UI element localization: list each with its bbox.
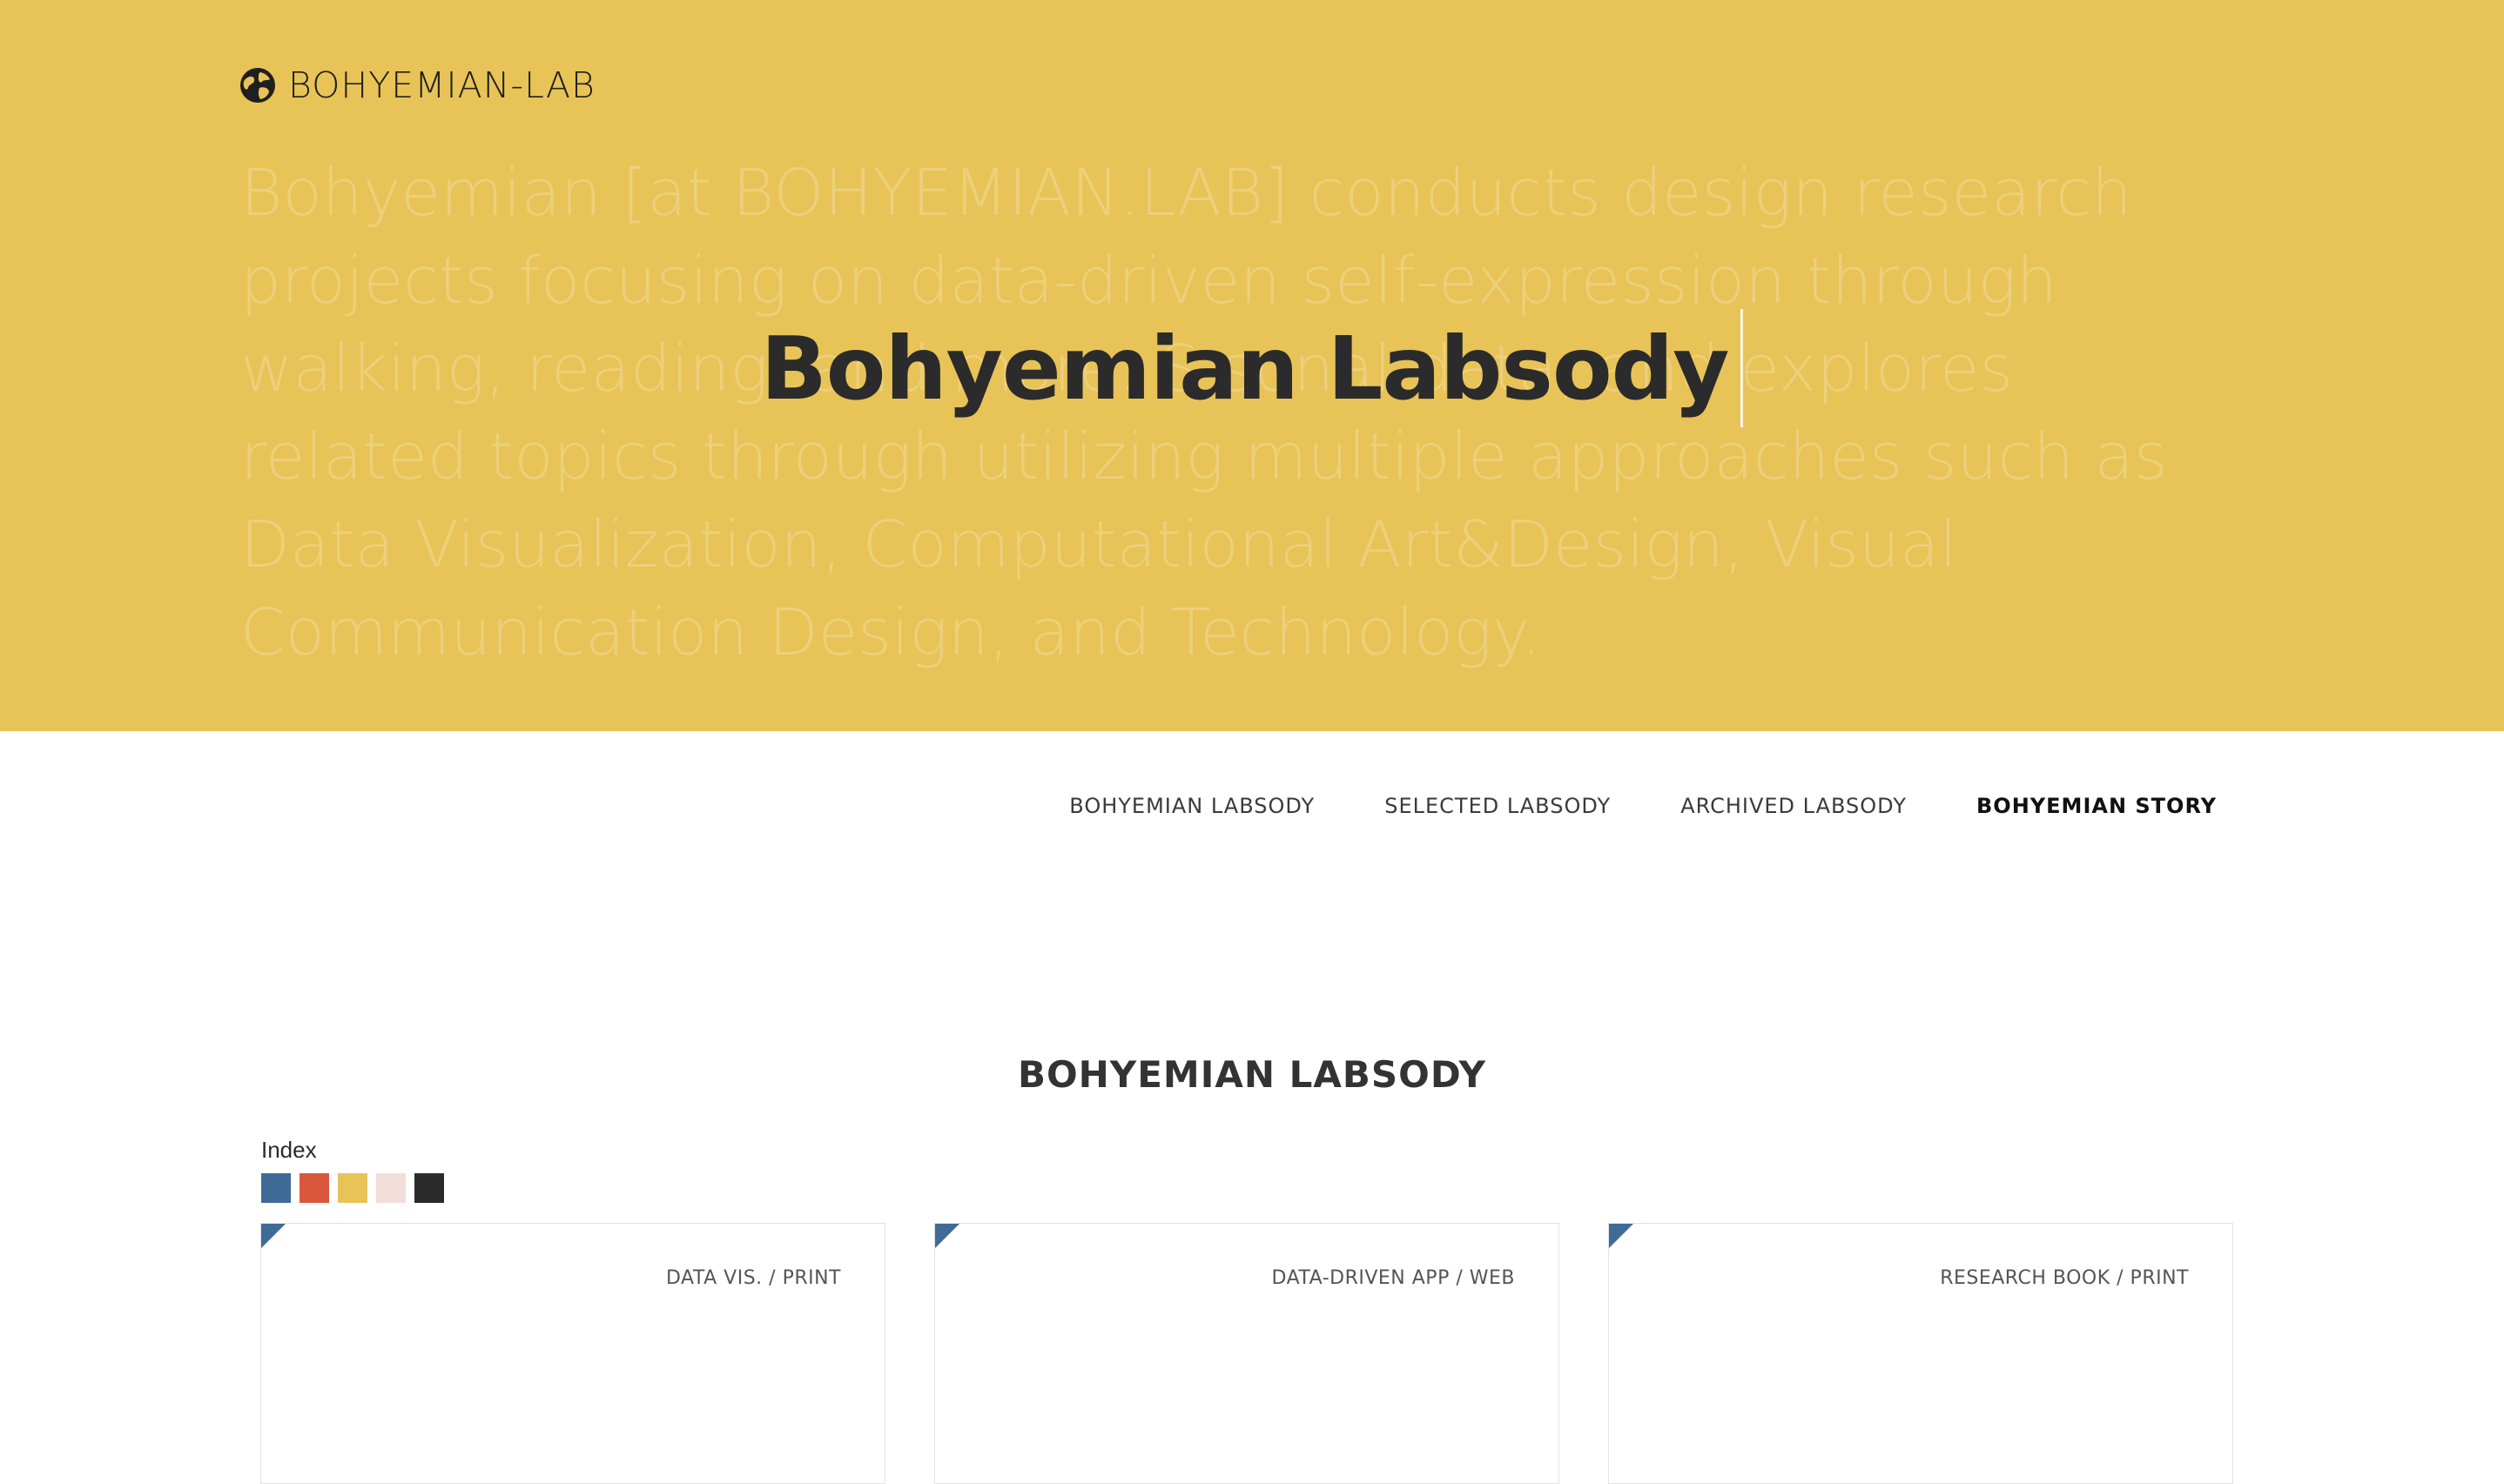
text-cursor [1740, 309, 1744, 427]
main-nav: BOHYEMIAN LABSODY SELECTED LABSODY ARCHI… [1069, 794, 2217, 818]
index-label: Index [261, 1137, 317, 1163]
card-corner-marker [261, 1224, 286, 1248]
project-card[interactable]: DATA VIS. / PRINT [260, 1223, 885, 1484]
globe-icon [240, 68, 275, 103]
swatch-red[interactable] [300, 1173, 329, 1203]
card-category: RESEARCH BOOK / PRINT [1940, 1267, 2189, 1289]
project-card[interactable]: DATA-DRIVEN APP / WEB [934, 1223, 1559, 1484]
swatch-yellow[interactable] [338, 1173, 367, 1203]
brand-name: BOHYEMIAN-LAB [288, 64, 596, 106]
swatch-pink[interactable] [376, 1173, 406, 1203]
nav-bohyemian-story[interactable]: BOHYEMIAN STORY [1976, 794, 2217, 818]
section-title: BOHYEMIAN LABSODY [1017, 1053, 1487, 1096]
hero-title: Bohyemian Labsody [760, 317, 1730, 420]
nav-selected-labsody[interactable]: SELECTED LABSODY [1384, 794, 1611, 818]
color-index [261, 1173, 444, 1203]
hero-banner: BOHYEMIAN-LAB Bohyemian [at BOHYEMIAN.LA… [0, 0, 2504, 731]
project-card[interactable]: RESEARCH BOOK / PRINT [1608, 1223, 2233, 1484]
brand[interactable]: BOHYEMIAN-LAB [239, 64, 596, 106]
card-category: DATA-DRIVEN APP / WEB [1271, 1267, 1515, 1289]
card-corner-marker [935, 1224, 959, 1248]
card-category: DATA VIS. / PRINT [666, 1267, 841, 1289]
swatch-blue[interactable] [261, 1173, 291, 1203]
project-cards: DATA VIS. / PRINT DATA-DRIVEN APP / WEB … [260, 1223, 2233, 1484]
card-corner-marker [1609, 1224, 1633, 1248]
hero-title-wrap: Bohyemian Labsody [0, 309, 2504, 427]
nav-bohyemian-labsody[interactable]: BOHYEMIAN LABSODY [1069, 794, 1315, 818]
swatch-black[interactable] [414, 1173, 444, 1203]
nav-archived-labsody[interactable]: ARCHIVED LABSODY [1680, 794, 1907, 818]
